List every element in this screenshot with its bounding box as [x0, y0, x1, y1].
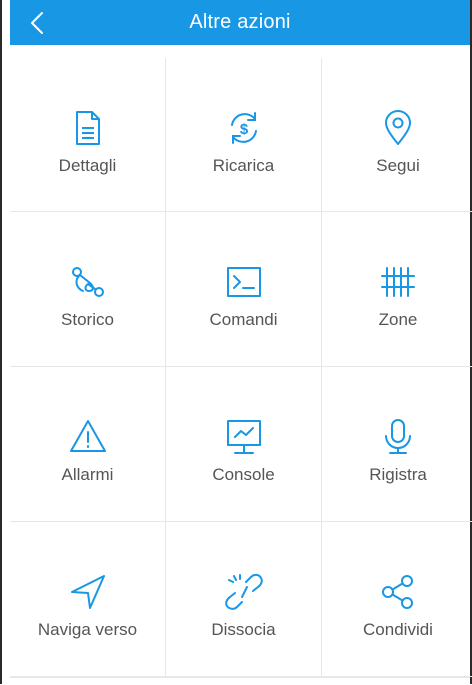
terminal-icon: [224, 262, 264, 302]
action-zone[interactable]: Zone: [322, 212, 472, 367]
action-label: Dissocia: [211, 620, 276, 639]
action-dettagli[interactable]: Dettagli: [10, 58, 166, 212]
navigation-arrow-icon: [68, 572, 108, 612]
page-title: Altre azioni: [189, 11, 291, 33]
action-ricarica[interactable]: $ Ricarica: [166, 58, 322, 212]
action-label: Ricarica: [212, 156, 275, 175]
microphone-icon: [378, 417, 418, 457]
monitor-chart-icon: [224, 417, 264, 457]
actions-grid: Dettagli $ Ricarica Segui Storico Comand…: [10, 58, 472, 677]
more-actions-screen: Altre azioni Dettagli $ Ricarica Segui S…: [0, 0, 472, 684]
action-label: Comandi: [209, 310, 278, 329]
action-label: Naviga verso: [37, 620, 138, 639]
broken-link-icon: [224, 572, 264, 612]
header-bar: Altre azioni: [10, 0, 470, 45]
action-label: Condividi: [363, 620, 433, 639]
action-label: Allarmi: [61, 465, 114, 484]
document-icon: [68, 108, 108, 148]
action-label: Dettagli: [58, 156, 117, 175]
back-button[interactable]: [30, 0, 70, 45]
action-segui[interactable]: Segui: [322, 58, 472, 212]
action-label: Zone: [378, 310, 418, 329]
action-condividi[interactable]: Condividi: [322, 522, 472, 677]
action-console[interactable]: Console: [166, 367, 322, 522]
fence-icon: [378, 262, 418, 302]
action-label: Console: [212, 465, 275, 484]
action-comandi[interactable]: Comandi: [166, 212, 322, 367]
action-naviga-verso[interactable]: Naviga verso: [10, 522, 166, 677]
share-icon: [378, 572, 418, 612]
map-pin-icon: [378, 108, 418, 148]
action-label: Storico: [61, 310, 114, 329]
action-dissocia[interactable]: Dissocia: [166, 522, 322, 677]
action-rigistra[interactable]: Rigistra: [322, 367, 472, 522]
action-label: Segui: [376, 156, 420, 175]
action-allarmi[interactable]: Allarmi: [10, 367, 166, 522]
svg-text:$: $: [239, 121, 248, 138]
action-storico[interactable]: Storico: [10, 212, 166, 367]
dollar-refresh-icon: $: [224, 108, 264, 148]
action-label: Rigistra: [369, 465, 427, 484]
route-icon: [68, 262, 108, 302]
warning-icon: [68, 417, 108, 457]
chevron-left-icon: [31, 11, 43, 34]
